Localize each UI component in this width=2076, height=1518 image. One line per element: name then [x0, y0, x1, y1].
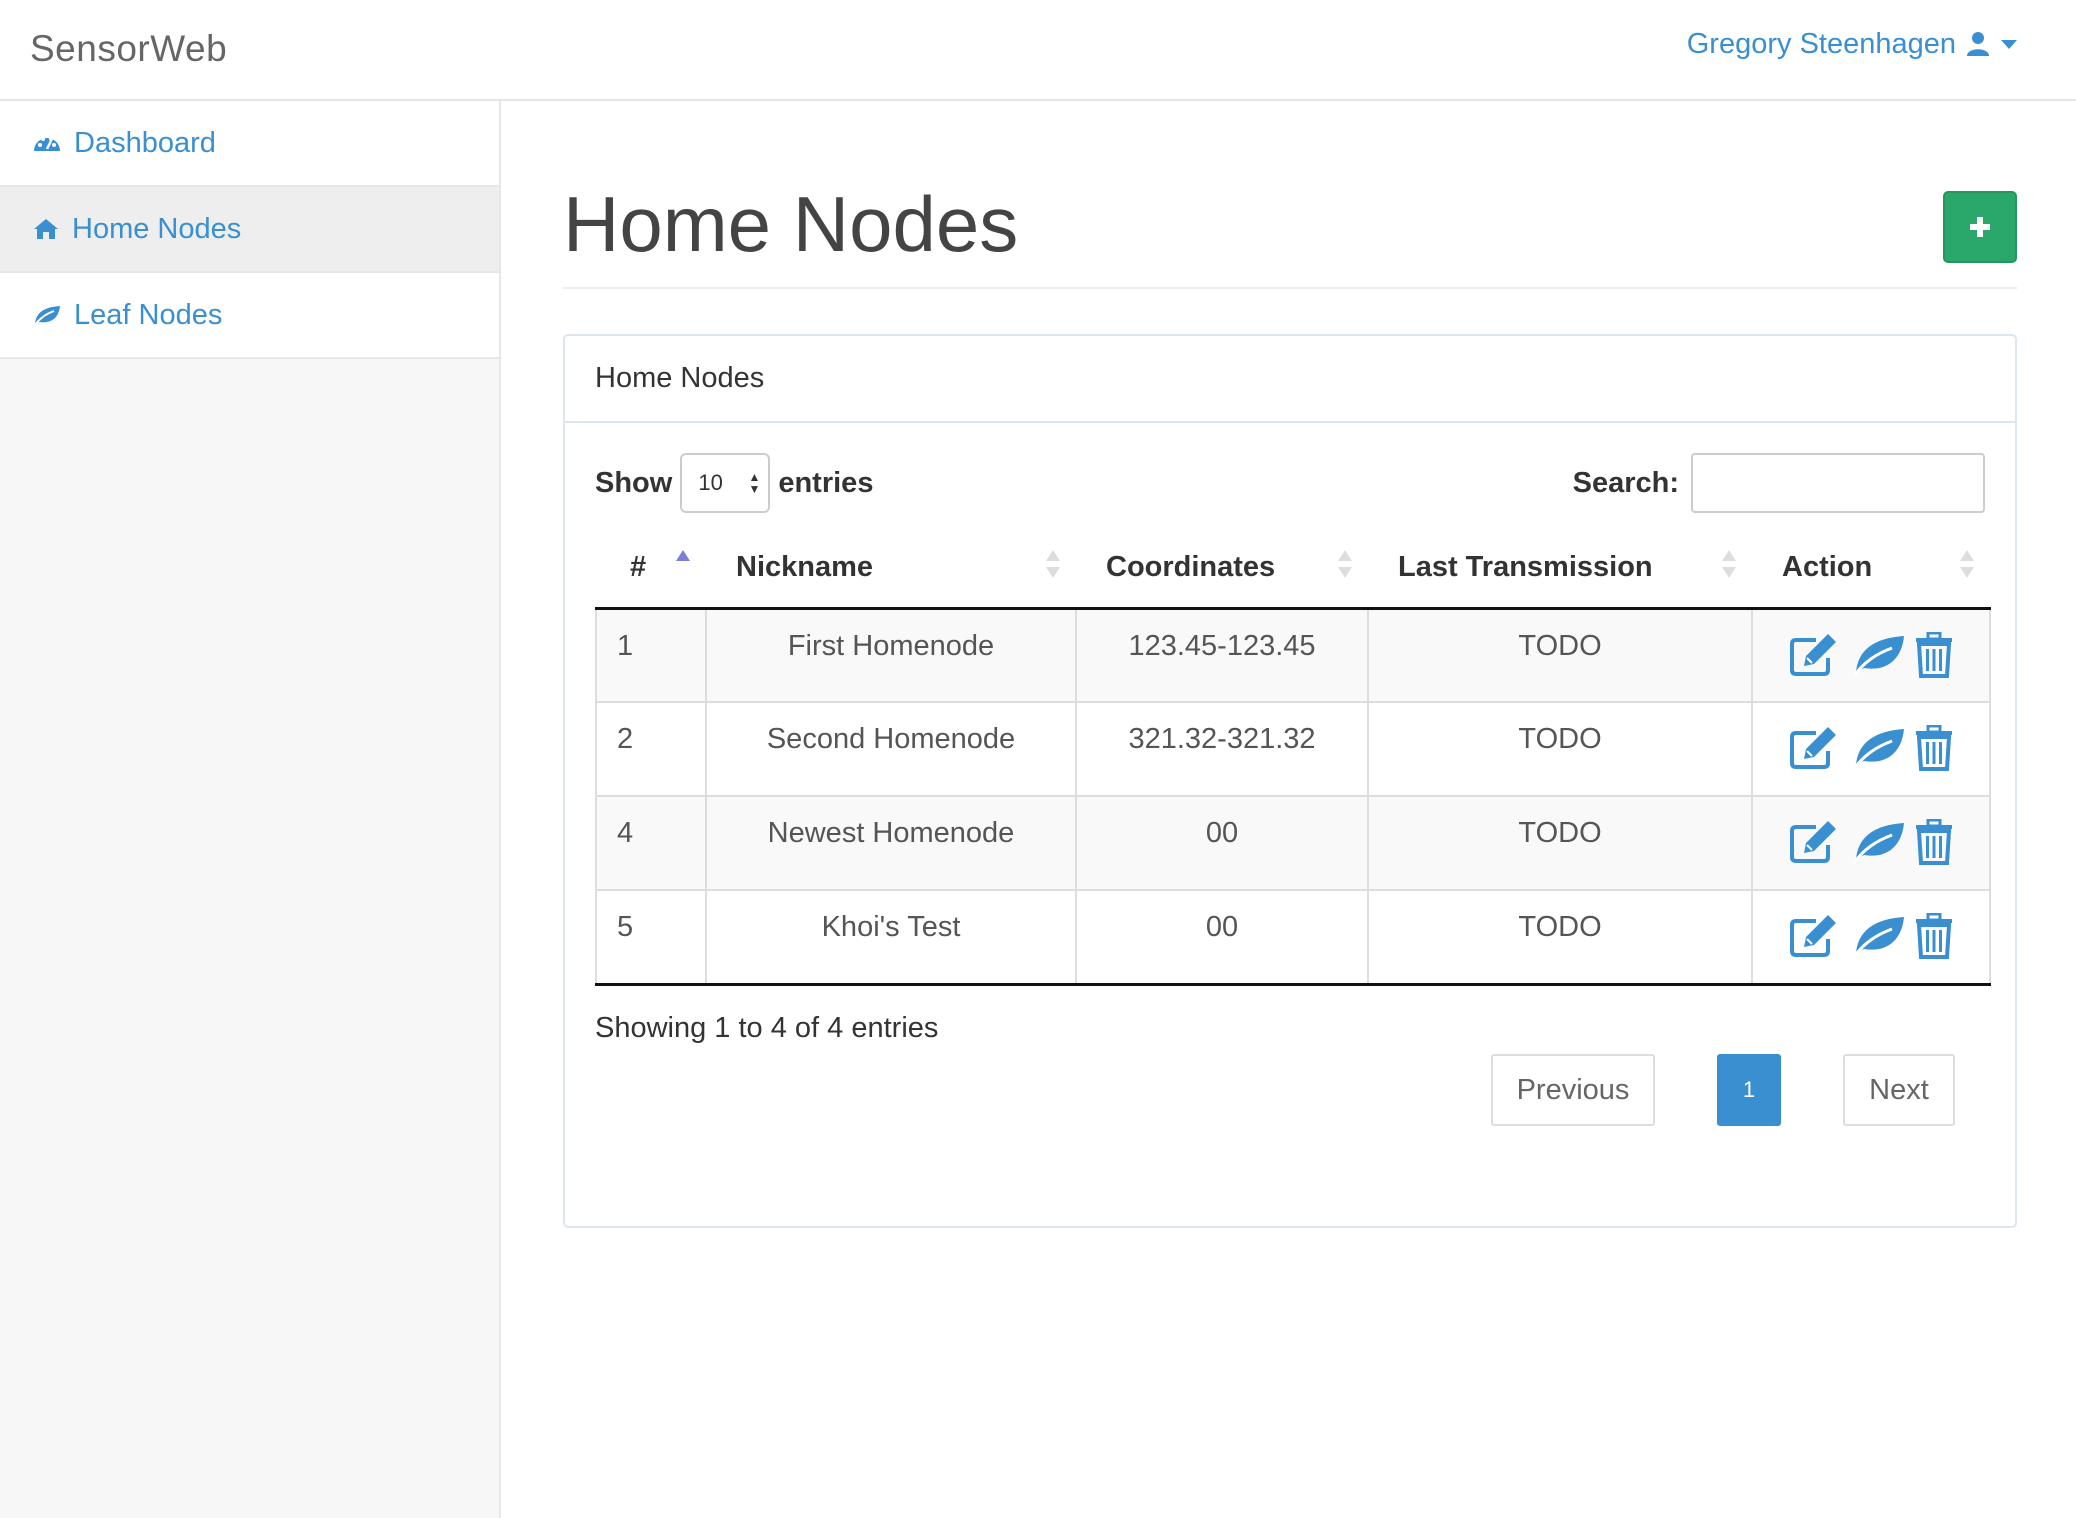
select-arrows-icon: ▲ ▼ [748, 470, 761, 496]
edit-icon[interactable] [1788, 725, 1844, 771]
column-label: Nickname [736, 550, 874, 583]
column-label: Action [1782, 550, 1873, 583]
pagination: Previous 1 Next [1491, 1054, 1955, 1126]
cell-nickname: First Homenode [705, 608, 1076, 703]
table-row: 2 Second Homenode 321.32-321.32 TODO [595, 702, 1991, 797]
table-controls: Show 10 ▲ ▼ entries Search: [595, 453, 1985, 513]
add-home-node-button[interactable] [1943, 191, 2017, 263]
pagination-page-1[interactable]: 1 [1717, 1054, 1781, 1126]
cell-actions [1751, 702, 1991, 797]
cell-coordinates: 00 [1075, 796, 1368, 891]
table-row: 4 Newest Homenode 00 TODO [595, 796, 1991, 891]
dashboard-icon [34, 137, 60, 151]
edit-icon[interactable] [1788, 819, 1844, 865]
page-header: Home Nodes [563, 101, 2017, 289]
cell-last-transmission: TODO [1367, 890, 1752, 986]
cell-id: 4 [595, 796, 706, 891]
table-row: 1 First Homenode 123.45-123.45 TODO [595, 608, 1991, 703]
cell-nickname: Newest Homenode [705, 796, 1076, 891]
cell-nickname: Khoi's Test [705, 890, 1076, 986]
trash-icon[interactable] [1914, 631, 1954, 678]
length-suffix: entries [778, 466, 874, 499]
column-header-action[interactable]: Action [1752, 528, 1990, 610]
sort-icon [1338, 550, 1352, 584]
sidebar-item-label: Home Nodes [72, 212, 242, 245]
brand-name[interactable]: SensorWeb [30, 28, 227, 70]
sort-icon [1722, 550, 1736, 584]
column-header-coordinates[interactable]: Coordinates [1076, 528, 1368, 610]
entries-length-select[interactable]: 10 ▲ ▼ [680, 453, 771, 513]
caret-down-icon [2001, 40, 2017, 49]
table-header-row: # Nickname Coordinates Last Transmission… [596, 528, 1990, 610]
sidebar-item-leaf-nodes[interactable]: Leaf Nodes [0, 273, 499, 359]
leaf-icon[interactable] [1850, 913, 1908, 959]
cell-id: 2 [595, 702, 706, 797]
home-icon [34, 219, 58, 239]
plus-icon [1970, 217, 1990, 237]
cell-actions [1751, 890, 1991, 986]
entries-length-control: Show 10 ▲ ▼ entries [595, 453, 873, 513]
page-title: Home Nodes [563, 180, 1019, 268]
cell-last-transmission: TODO [1367, 796, 1752, 891]
cell-coordinates: 321.32-321.32 [1075, 702, 1368, 797]
main-content: Home Nodes Home Nodes Show 10 ▲ ▼ entries… [563, 101, 2017, 1228]
top-navbar: SensorWeb Gregory Steenhagen [0, 0, 2076, 101]
cell-id: 1 [595, 608, 706, 703]
search-input[interactable] [1691, 453, 1985, 513]
trash-icon[interactable] [1914, 913, 1954, 959]
column-header-id[interactable]: # [596, 528, 706, 610]
search-control: Search: [1573, 453, 1985, 513]
leaf-icon [33, 306, 60, 327]
cell-nickname: Second Homenode [705, 702, 1076, 797]
user-name: Gregory Steenhagen [1686, 27, 1956, 60]
edit-icon[interactable] [1788, 632, 1844, 678]
cell-last-transmission: TODO [1367, 702, 1752, 797]
cell-last-transmission: TODO [1367, 608, 1752, 703]
home-nodes-table: # Nickname Coordinates Last Transmission… [595, 528, 1991, 986]
edit-icon[interactable] [1788, 913, 1844, 959]
user-menu[interactable]: Gregory Steenhagen [1687, 24, 2018, 64]
sidebar-item-label: Leaf Nodes [74, 298, 223, 331]
panel-heading: Home Nodes [565, 336, 2015, 423]
cell-coordinates: 123.45-123.45 [1075, 608, 1368, 703]
pagination-next-button[interactable]: Next [1843, 1054, 1955, 1126]
column-label: # [630, 550, 647, 583]
trash-icon[interactable] [1914, 819, 1954, 865]
trash-icon[interactable] [1914, 725, 1954, 771]
cell-actions [1751, 796, 1991, 891]
length-value: 10 [698, 470, 723, 495]
user-icon [1967, 32, 1989, 56]
home-nodes-panel: Home Nodes Show 10 ▲ ▼ entries Search: #… [563, 334, 2017, 1228]
leaf-icon[interactable] [1850, 632, 1908, 678]
sidebar-item-label: Dashboard [74, 126, 216, 159]
sidebar-item-home-nodes[interactable]: Home Nodes [0, 187, 499, 273]
sort-icon [1960, 550, 1974, 584]
cell-id: 5 [595, 890, 706, 986]
column-label: Last Transmission [1398, 550, 1653, 583]
sort-ascending-icon [676, 550, 690, 584]
leaf-icon[interactable] [1850, 819, 1908, 865]
table-row: 5 Khoi's Test 00 TODO [595, 890, 1991, 986]
sort-icon [1046, 550, 1060, 584]
column-header-nickname[interactable]: Nickname [706, 528, 1076, 610]
column-label: Coordinates [1106, 550, 1276, 583]
length-prefix: Show [595, 466, 673, 499]
search-label: Search: [1572, 466, 1679, 499]
sidebar-item-dashboard[interactable]: Dashboard [0, 101, 499, 187]
pagination-previous-button[interactable]: Previous [1491, 1054, 1655, 1126]
leaf-icon[interactable] [1850, 725, 1908, 771]
table-info: Showing 1 to 4 of 4 entries [595, 1012, 939, 1044]
column-header-last-transmission[interactable]: Last Transmission [1368, 528, 1752, 610]
cell-coordinates: 00 [1075, 890, 1368, 986]
cell-actions [1751, 608, 1991, 703]
sidebar: Dashboard Home Nodes Leaf Nodes [0, 101, 501, 1518]
